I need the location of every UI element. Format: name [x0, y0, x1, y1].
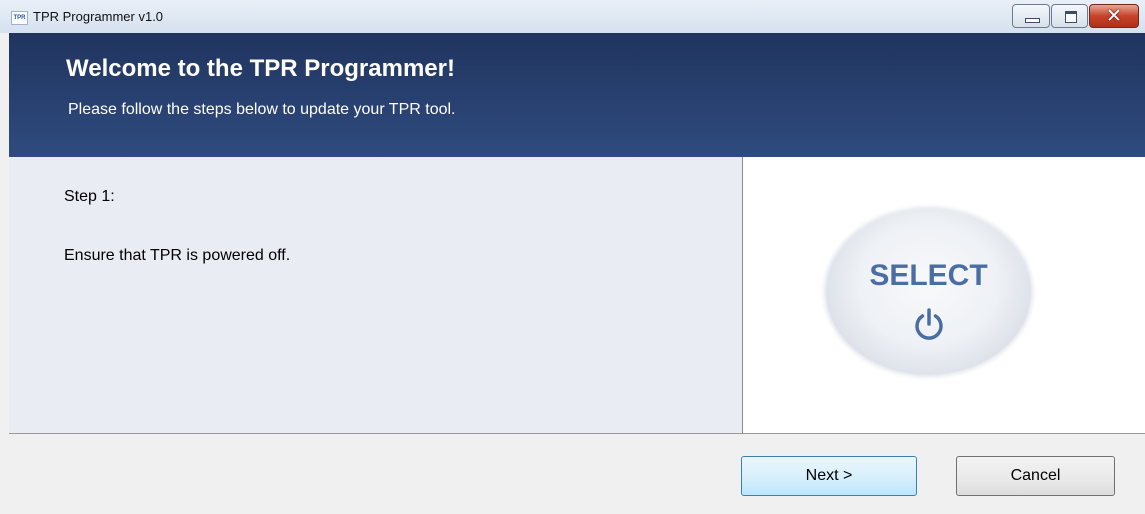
window-title: TPR Programmer v1.0: [33, 9, 164, 24]
header-banner: Welcome to the TPR Programmer! Please fo…: [9, 33, 1145, 157]
minimize-icon: [1025, 18, 1040, 23]
select-label: SELECT: [869, 259, 988, 292]
app-window: TPR TPR Programmer v1.0 ✕ Welcome to the…: [0, 0, 1145, 514]
cancel-button[interactable]: Cancel: [956, 456, 1115, 496]
power-icon: [915, 308, 943, 340]
close-button[interactable]: ✕: [1089, 4, 1139, 28]
window-border: [0, 33, 9, 514]
tpr-app-icon: TPR: [11, 11, 28, 25]
select-button-illustration: SELECT: [826, 209, 1031, 375]
instructions-panel: Step 1: Ensure that TPR is powered off.: [9, 157, 742, 433]
maximize-button[interactable]: [1051, 4, 1088, 28]
footer-bar: Next > Cancel: [9, 434, 1145, 514]
step-label: Step 1:: [64, 188, 115, 205]
illustration-panel: SELECT: [743, 157, 1145, 433]
title-bar[interactable]: TPR TPR Programmer v1.0 ✕: [0, 0, 1145, 34]
next-button[interactable]: Next >: [741, 456, 917, 496]
close-icon: ✕: [1106, 5, 1122, 27]
page-subtitle: Please follow the steps below to update …: [68, 101, 456, 118]
maximize-icon: [1065, 11, 1077, 23]
step-instruction: Ensure that TPR is powered off.: [64, 247, 291, 264]
minimize-button[interactable]: [1012, 4, 1050, 28]
page-title: Welcome to the TPR Programmer!: [66, 55, 455, 82]
